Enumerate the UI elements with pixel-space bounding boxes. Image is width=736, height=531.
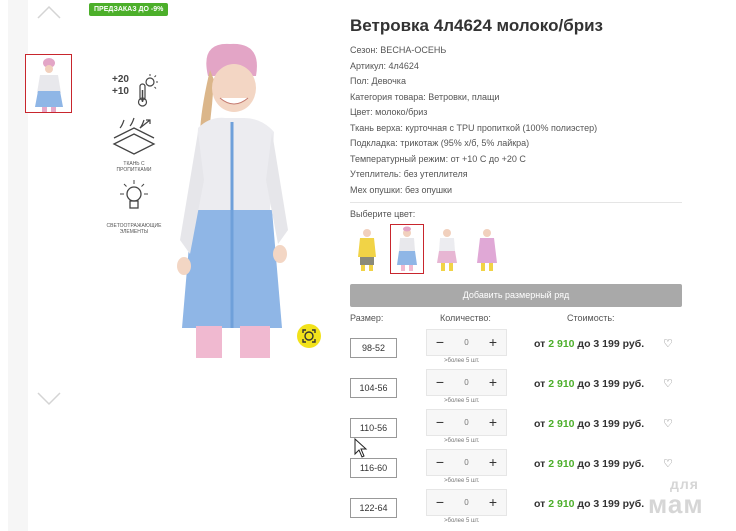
quantity-stepper: − 0 +: [426, 449, 507, 476]
color-swatch-milk-breeze[interactable]: [390, 224, 424, 274]
size-label: 104-56: [350, 378, 397, 398]
table-row: 116-60 − 0 + >более 5 шт. от 2 910 до 3 …: [350, 449, 690, 489]
qty-plus-button[interactable]: +: [482, 330, 504, 355]
quantity-stepper: − 0 +: [426, 369, 507, 396]
table-row: 122-64 − 0 + >более 5 шт. от 2 910 до 3 …: [350, 489, 690, 529]
price: от 2 910 до 3 199 руб.: [534, 338, 645, 350]
color-swatch-milk-pink[interactable]: [430, 224, 464, 274]
product-title: Ветровка 4л4624 молоко/бриз: [350, 16, 603, 35]
mouse-cursor-icon: [354, 438, 368, 458]
price: от 2 910 до 3 199 руб.: [534, 458, 645, 470]
spec-list: Сезон: ВЕСНА-ОСЕНЬ Артикул: 4л4624 Пол: …: [350, 43, 690, 198]
fabric-caption: ТКАНЬ С ПРОПИТКАМИ: [116, 161, 152, 173]
temperature-icon: +20 +10: [112, 74, 158, 114]
qty-input[interactable]: 0: [451, 370, 482, 395]
spec-fur: Мех опушки: без опушки: [350, 184, 453, 195]
add-size-row-button[interactable]: Добавить размерный ряд: [350, 284, 682, 307]
product-photo[interactable]: [170, 40, 310, 360]
table-row: 104-56 − 0 + >более 5 шт. от 2 910 до 3 …: [350, 369, 690, 409]
bulk-note: >более 5 шт.: [444, 398, 480, 404]
qty-plus-button[interactable]: +: [482, 370, 504, 395]
thumbnail-image[interactable]: [25, 54, 72, 113]
heart-icon[interactable]: ♡: [663, 458, 677, 470]
qty-minus-button[interactable]: −: [429, 370, 451, 395]
quantity-stepper: − 0 +: [426, 409, 507, 436]
heart-icon[interactable]: ♡: [663, 378, 677, 390]
qty-input[interactable]: 0: [451, 410, 482, 435]
spec-season: Сезон: ВЕСНА-ОСЕНЬ: [350, 45, 447, 55]
color-label: Выберите цвет:: [350, 209, 416, 219]
price: от 2 910 до 3 199 руб.: [534, 378, 645, 390]
size-label: 98-52: [350, 338, 397, 358]
spec-color: Цвет: молоко/бриз: [350, 107, 428, 117]
temp-low: +10: [112, 86, 129, 97]
qty-minus-button[interactable]: −: [429, 490, 451, 515]
zoom-button[interactable]: [297, 324, 321, 348]
spec-lining: Подкладка: трикотаж (95% х/б, 5% лайкра): [350, 138, 530, 148]
header-size: Размер:: [350, 313, 384, 323]
qty-minus-button[interactable]: −: [429, 410, 451, 435]
table-row: 110-56 − 0 + >более 5 шт. от 2 910 до 3 …: [350, 409, 690, 449]
price: от 2 910 до 3 199 руб.: [534, 498, 645, 510]
spec-outer-fabric: Ткань верха: курточная с TPU пропиткой (…: [350, 122, 598, 133]
spec-insulation: Утеплитель: без утеплителя: [350, 169, 468, 179]
watermark: для мам: [648, 476, 728, 526]
reflect-icon: СВЕТООТРАЖАЮЩИЕ ЭЛЕМЕНТЫ: [106, 178, 162, 238]
heart-icon[interactable]: ♡: [663, 418, 677, 430]
quantity-stepper: − 0 +: [426, 489, 507, 516]
chevron-down-icon[interactable]: [36, 390, 62, 406]
bulk-note: >более 5 шт.: [444, 358, 480, 364]
divider: [350, 202, 682, 203]
spec-gender: Пол: Девочка: [350, 76, 406, 86]
qty-input[interactable]: 0: [451, 450, 482, 475]
qty-plus-button[interactable]: +: [482, 490, 504, 515]
spec-temperature: Температурный режим: от +10 С до +20 С: [350, 153, 526, 164]
spec-article: Артикул: 4л4624: [350, 60, 419, 71]
heart-icon[interactable]: ♡: [663, 338, 677, 350]
size-label: 116-60: [350, 458, 397, 478]
qty-minus-button[interactable]: −: [429, 330, 451, 355]
reflect-caption: СВЕТООТРАЖАЮЩИЕ ЭЛЕМЕНТЫ: [106, 223, 162, 235]
color-swatch-yellow[interactable]: [350, 224, 384, 274]
spec-category: Категория товара: Ветровки, плащи: [350, 91, 500, 102]
fabric-icon: ТКАНЬ С ПРОПИТКАМИ: [108, 116, 160, 176]
bulk-note: >более 5 шт.: [444, 518, 480, 524]
zoom-icon: [302, 329, 316, 343]
color-swatches: [350, 224, 504, 274]
chevron-up-icon[interactable]: [36, 4, 62, 20]
size-label: 110-56: [350, 418, 397, 438]
qty-plus-button[interactable]: +: [482, 410, 504, 435]
header-cost: Стоимость:: [567, 313, 615, 323]
size-label: 122-64: [350, 498, 397, 518]
qty-plus-button[interactable]: +: [482, 450, 504, 475]
bulk-note: >более 5 шт.: [444, 438, 480, 444]
header-qty: Количество:: [440, 313, 491, 323]
table-row: 98-52 − 0 + >более 5 шт. от 2 910 до 3 1…: [350, 329, 690, 369]
bulk-note: >более 5 шт.: [444, 478, 480, 484]
color-swatch-pink[interactable]: [470, 224, 504, 274]
qty-input[interactable]: 0: [451, 490, 482, 515]
temp-high: +20: [112, 74, 129, 85]
price: от 2 910 до 3 199 руб.: [534, 418, 645, 430]
preorder-badge: ПРЕДЗАКАЗ ДО -9%: [89, 3, 169, 16]
quantity-stepper: − 0 +: [426, 329, 507, 356]
qty-minus-button[interactable]: −: [429, 450, 451, 475]
watermark-line2: мам: [648, 489, 704, 519]
qty-input[interactable]: 0: [451, 330, 482, 355]
